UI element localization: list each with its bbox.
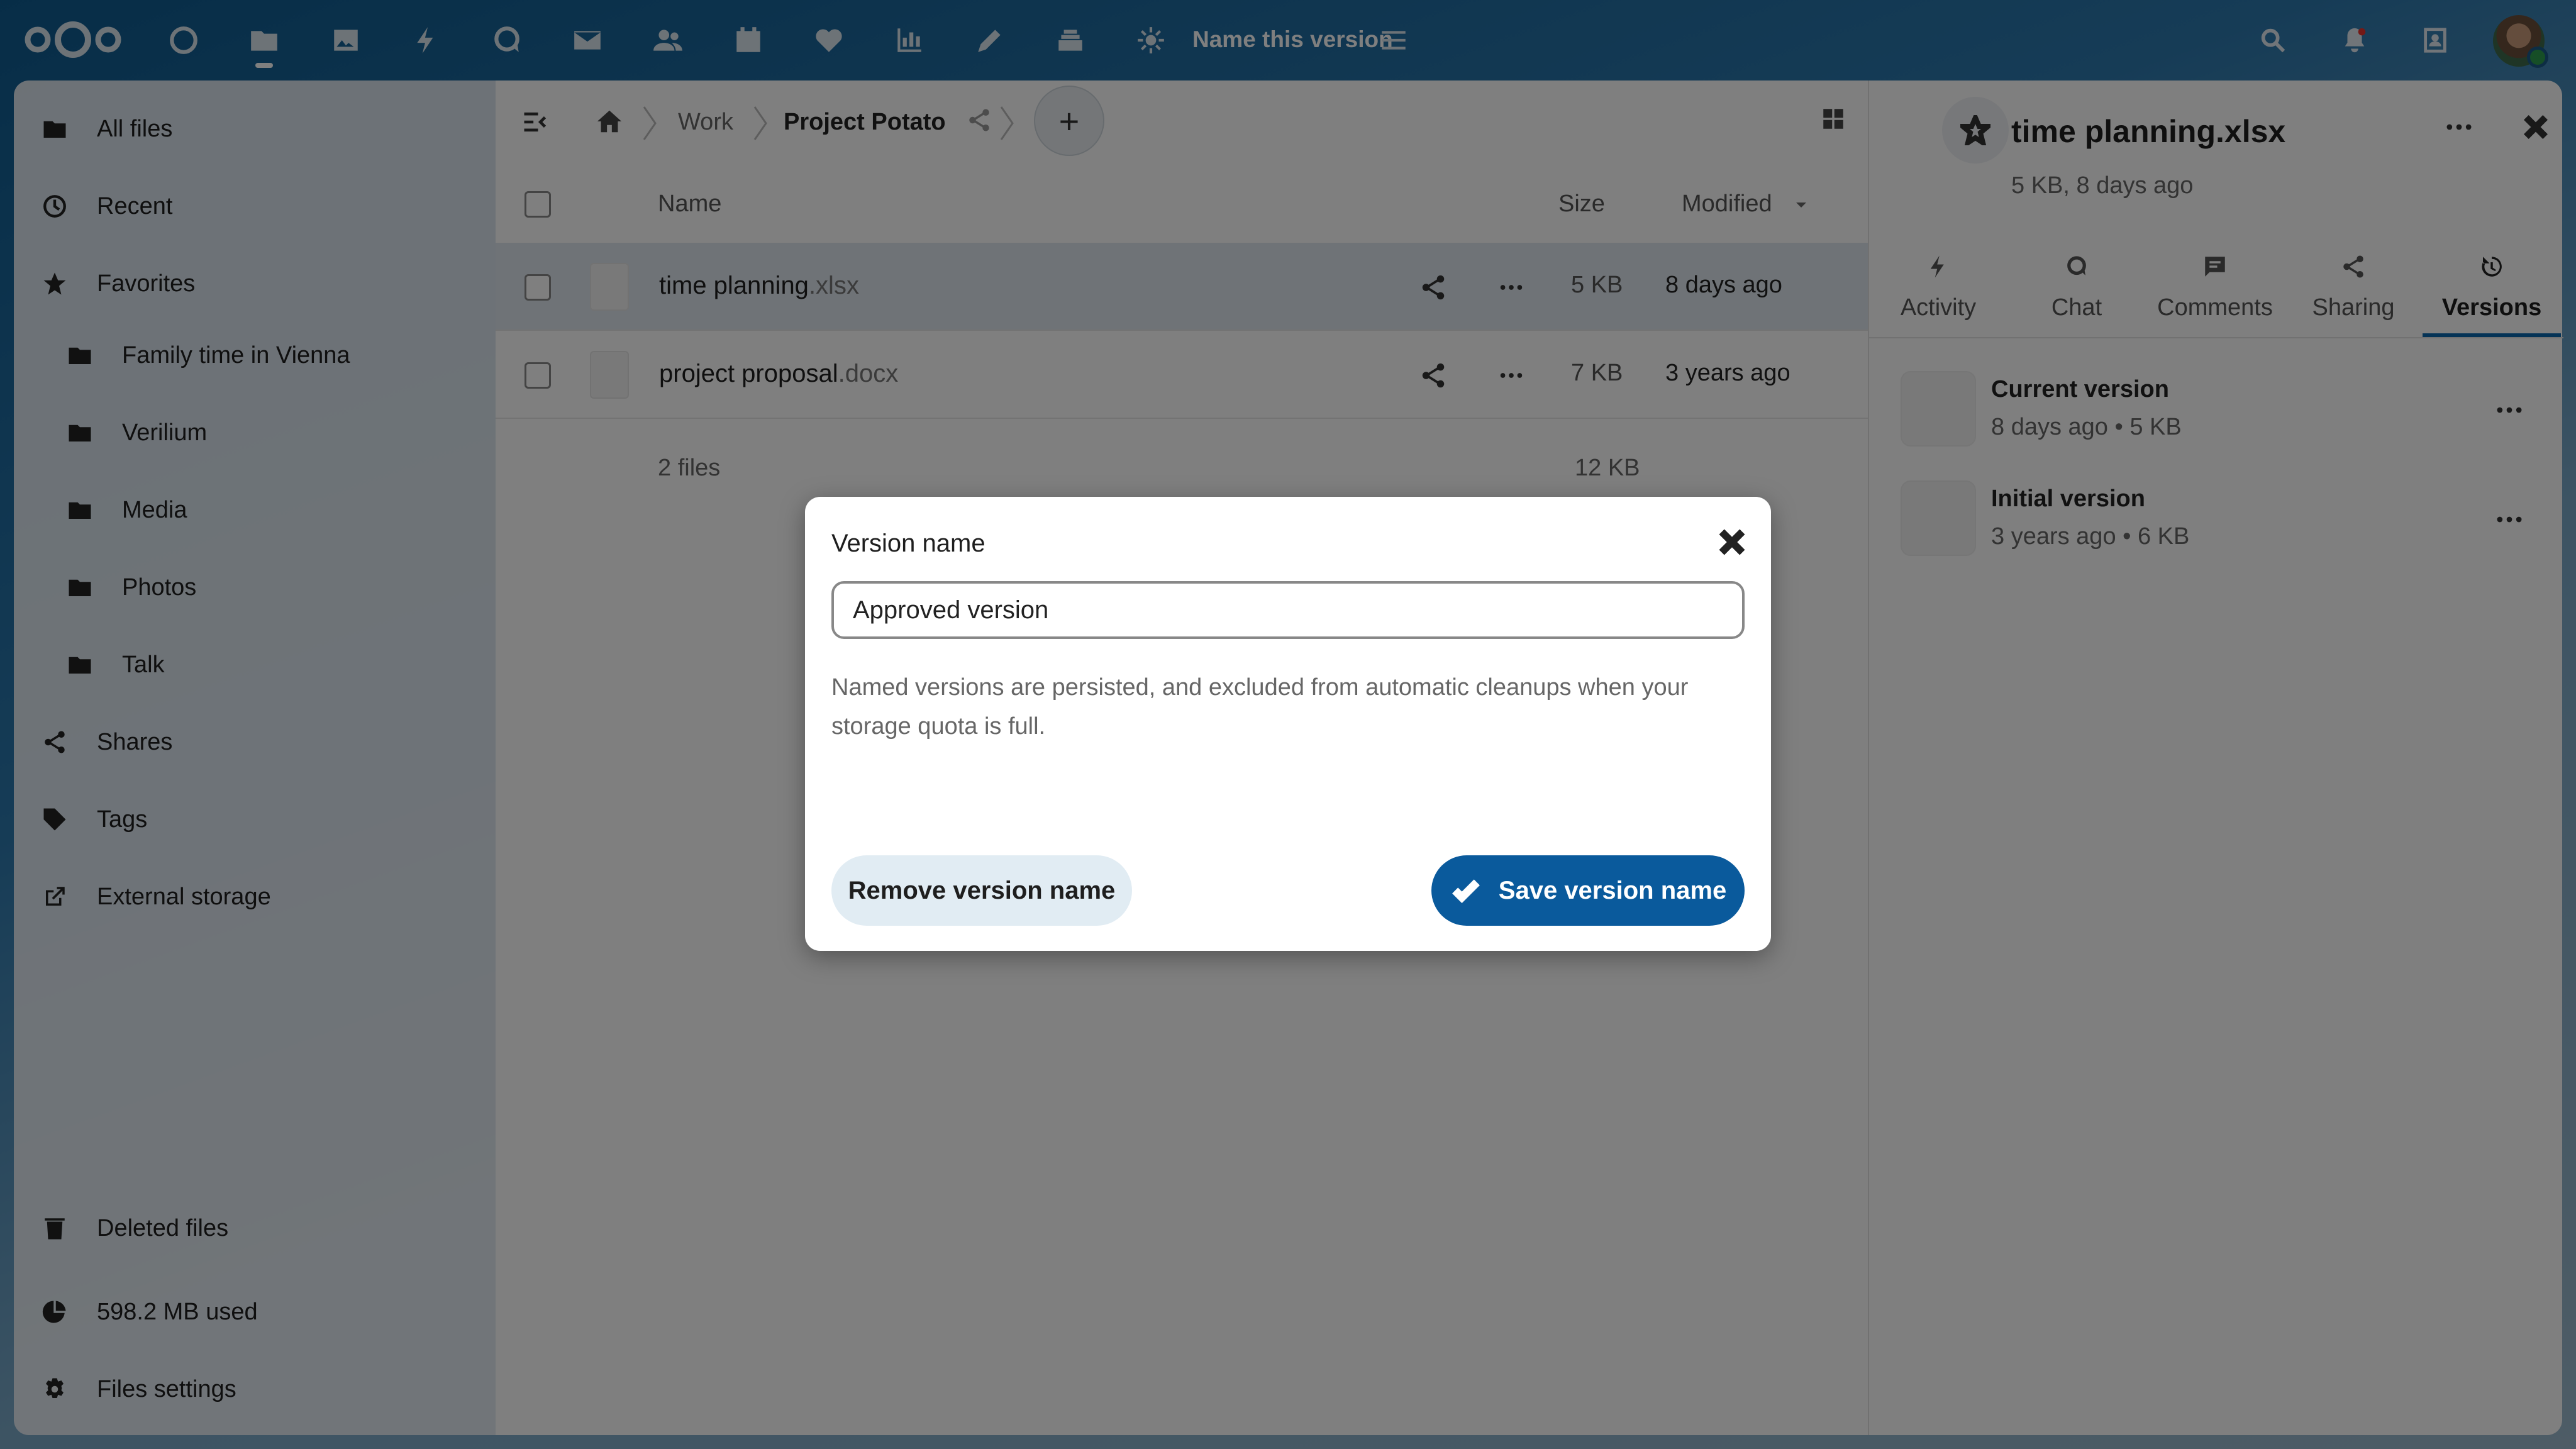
button-label: Remove version name: [848, 877, 1116, 905]
dialog-title: Version name: [831, 530, 985, 558]
dialog-description: Named versions are persisted, and exclud…: [831, 668, 1745, 746]
close-icon[interactable]: [1714, 525, 1750, 560]
checkmark-icon: [1450, 874, 1482, 907]
version-name-dialog: Version name Named versions are persiste…: [805, 497, 1771, 951]
remove-version-name-button[interactable]: Remove version name: [831, 855, 1132, 926]
version-name-input[interactable]: [831, 581, 1745, 639]
button-label: Save version name: [1499, 877, 1726, 905]
save-version-name-button[interactable]: Save version name: [1431, 855, 1745, 926]
